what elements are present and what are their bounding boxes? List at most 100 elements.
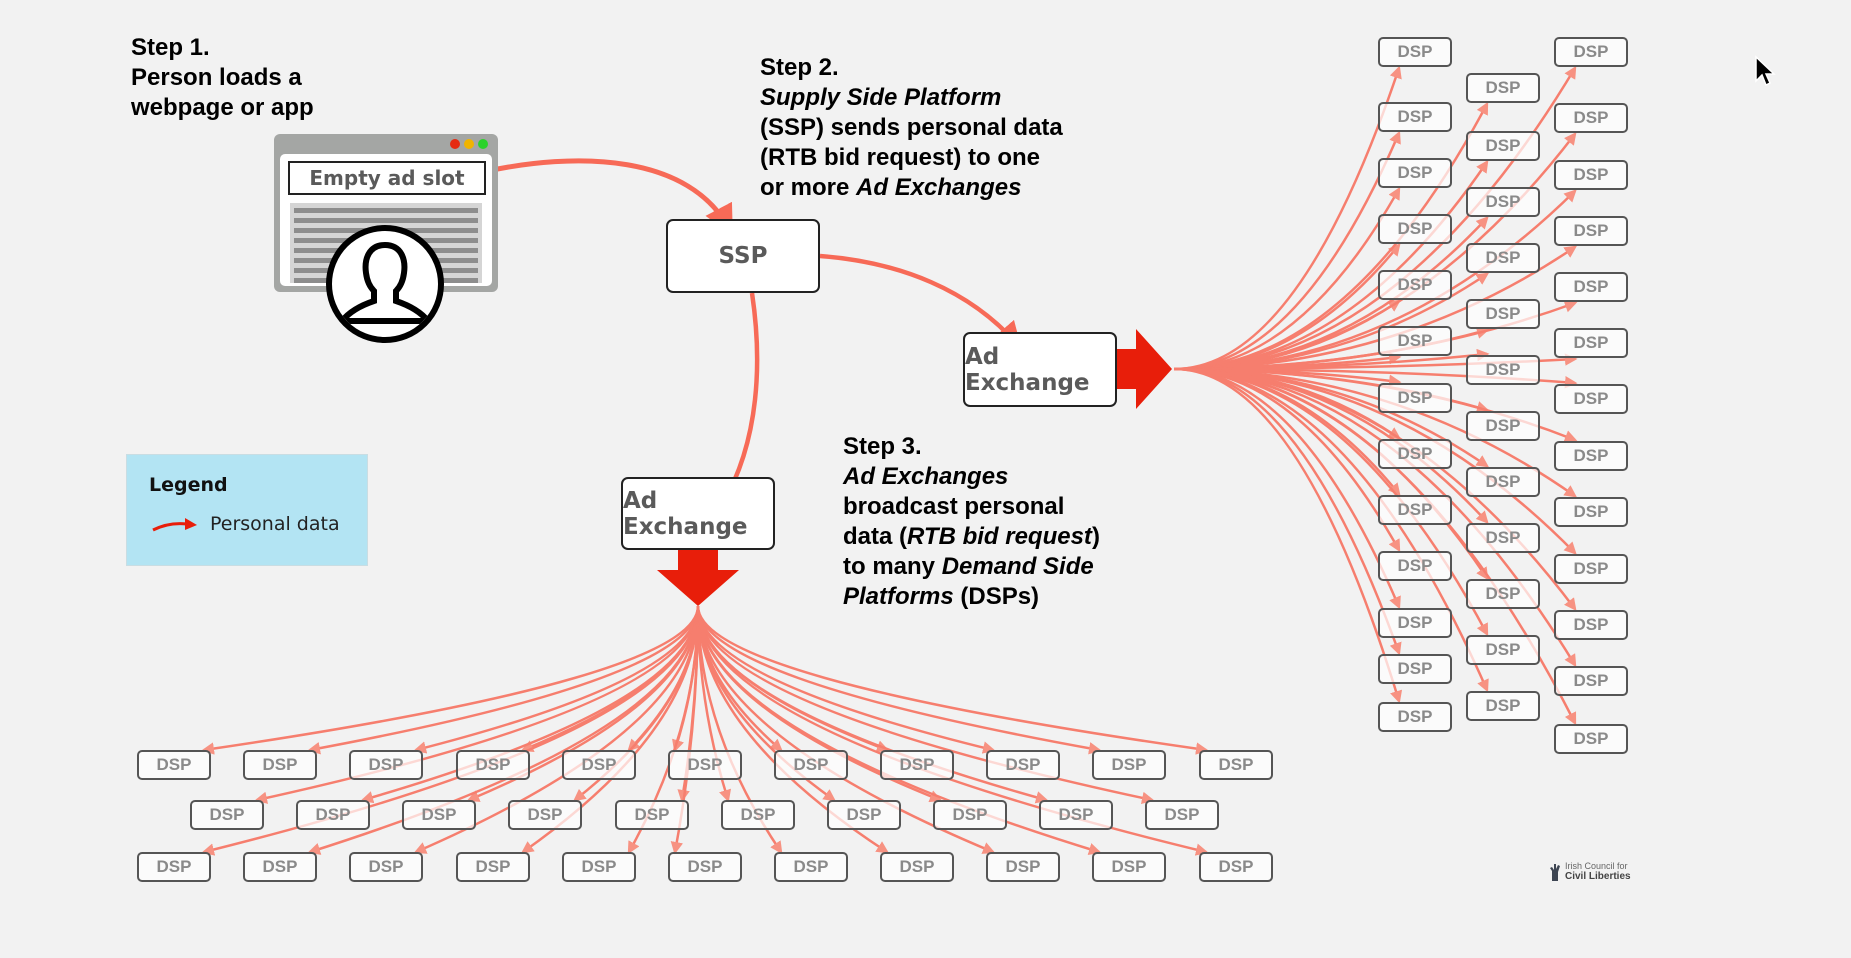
dsp-node-bottom: DSP [668,852,742,882]
broadcast-arrow-down [657,550,739,606]
dsp-node-bottom: DSP [190,800,264,830]
step3-dsp-term: Platforms [843,583,954,610]
step3-text: Step 3. Ad Exchanges broadcast personal … [843,432,1100,612]
step1-line: Person loads a [131,64,302,91]
maximize-dot-icon [478,139,488,149]
dsp-node-right: DSP [1554,216,1628,246]
window-controls [450,139,488,149]
dsp-node-right: DSP [1554,160,1628,190]
dsp-node-right: DSP [1466,635,1540,665]
dsp-node-bottom: DSP [1199,750,1273,780]
dsp-node-bottom: DSP [774,750,848,780]
step2-line: or more [760,174,857,201]
dsp-node-right: DSP [1378,270,1452,300]
logo-line1: Irish Council for [1565,861,1628,871]
dsp-node-right: DSP [1466,131,1540,161]
dsp-node-right: DSP [1378,326,1452,356]
dsp-node-right: DSP [1466,523,1540,553]
minimize-dot-icon [464,139,474,149]
dsp-node-right: DSP [1554,37,1628,67]
flow-arrow-ssp-to-adx-bottom [719,292,760,510]
dsp-node-right: DSP [1466,299,1540,329]
broadcast-arrow-right [1117,329,1172,409]
dsp-node-right: DSP [1554,103,1628,133]
dsp-node-right: DSP [1554,384,1628,414]
step2-ssp-term: Supply Side Platform [760,84,1002,111]
step3-line: (DSPs) [953,583,1040,610]
dsp-node-bottom: DSP [615,800,689,830]
dsp-node-bottom: DSP [243,750,317,780]
dsp-node-bottom: DSP [827,800,901,830]
dsp-node-right: DSP [1378,383,1452,413]
step3-line: data ( [843,523,908,550]
dsp-node-right: DSP [1378,439,1452,469]
ad-exchange-node-right: Ad Exchange [963,332,1117,407]
dsp-node-bottom: DSP [296,800,370,830]
dsp-node-bottom: DSP [1092,852,1166,882]
dsp-node-bottom: DSP [880,750,954,780]
dsp-node-bottom: DSP [1039,800,1113,830]
dsp-node-bottom: DSP [508,800,582,830]
dsp-node-right: DSP [1466,73,1540,103]
curved-red-arrow-icon [152,518,197,532]
dsp-node-bottom: DSP [402,800,476,830]
step2-text: Step 2. Supply Side Platform (SSP) sends… [760,53,1063,203]
broadcast-arrow-to-dsp [520,605,700,752]
dsp-node-right: DSP [1378,214,1452,244]
dsp-node-right: DSP [1554,666,1628,696]
dsp-node-bottom: DSP [1145,800,1219,830]
dsp-node-bottom: DSP [456,750,530,780]
dsp-node-right: DSP [1554,272,1628,302]
dsp-node-right: DSP [1378,37,1452,67]
mouse-cursor-icon [1755,55,1776,87]
dsp-node-right: DSP [1466,355,1540,385]
dsp-node-right: DSP [1378,702,1452,732]
step1-text: Step 1. Person loads a webpage or app [131,33,314,123]
step3-heading: Step 3. [843,433,922,460]
dsp-node-bottom: DSP [137,750,211,780]
step3-adx-term: Ad Exchanges [843,463,1009,490]
empty-ad-slot: Empty ad slot [288,161,486,195]
dsp-node-right: DSP [1378,158,1452,188]
step2-heading: Step 2. [760,54,839,81]
raised-hand-icon [1550,863,1560,881]
dsp-node-right: DSP [1554,724,1628,754]
broadcast-arrow-to-dsp [1173,367,1402,656]
step2-adx-term: Ad Exchanges [856,174,1022,201]
dsp-node-bottom: DSP [774,852,848,882]
dsp-node-bottom: DSP [1199,852,1273,882]
dsp-node-right: DSP [1378,608,1452,638]
dsp-node-right: DSP [1554,328,1628,358]
step3-dsp-term: Demand Side [941,553,1094,580]
dsp-node-right: DSP [1554,497,1628,527]
dsp-node-bottom: DSP [562,750,636,780]
dsp-node-right: DSP [1466,187,1540,217]
broadcast-arrow-to-dsp [1173,65,1402,371]
dsp-node-bottom: DSP [243,852,317,882]
dsp-node-right: DSP [1554,554,1628,584]
logo-line2: Civil Liberties [1565,871,1631,882]
step3-rtb-term: RTB bid request [907,523,1092,550]
step2-line: (RTB bid request) to one [760,144,1040,171]
step3-line: ) [1091,523,1100,550]
dsp-node-bottom: DSP [137,852,211,882]
dsp-node-bottom: DSP [349,852,423,882]
step1-line: webpage or app [131,94,314,121]
dsp-node-right: DSP [1378,551,1452,581]
dsp-node-right: DSP [1466,579,1540,609]
dsp-node-bottom: DSP [880,852,954,882]
step2-line: (SSP) sends personal data [760,114,1063,141]
dsp-node-right: DSP [1466,467,1540,497]
dsp-node-right: DSP [1378,654,1452,684]
dsp-node-bottom: DSP [986,852,1060,882]
dsp-node-right: DSP [1554,610,1628,640]
dsp-node-bottom: DSP [349,750,423,780]
dsp-node-bottom: DSP [668,750,742,780]
iccl-logo: Irish Council for Civil Liberties [1549,861,1631,882]
dsp-node-bottom: DSP [562,852,636,882]
legend: Legend Personal data [126,454,368,566]
dsp-node-bottom: DSP [721,800,795,830]
broadcast-arrow-to-dsp [307,605,700,755]
step3-line: to many [843,553,942,580]
legend-title: Legend [149,474,228,496]
